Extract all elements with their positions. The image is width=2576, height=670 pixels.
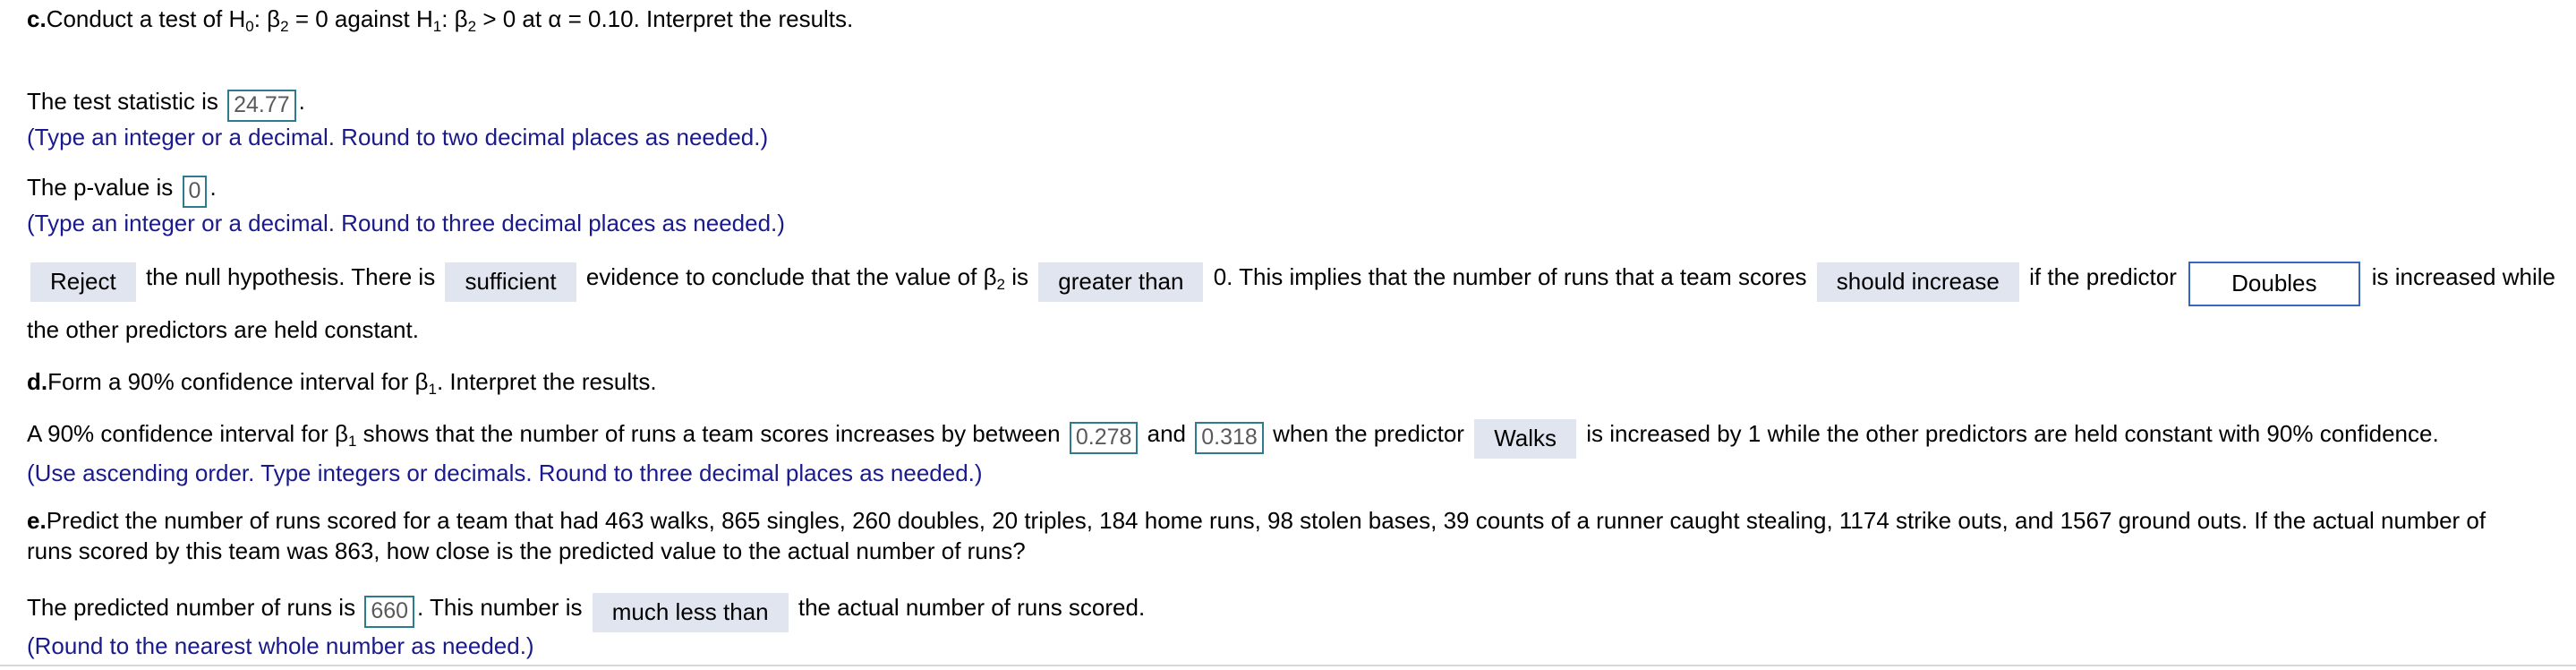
pvalue-label: The p-value is: [27, 174, 174, 201]
part-c-sub-beta2-a: 2: [280, 18, 289, 35]
predicted-runs-label: The predicted number of runs is: [27, 594, 356, 621]
conclusion-text-3: is: [1011, 263, 1029, 290]
conclusion-text-6: is increased while: [2371, 263, 2555, 290]
part-e-prompt-text-1: Predict the number of runs scored for a …: [46, 507, 2486, 534]
part-d-hint: (Use ascending order. Type integers or d…: [27, 460, 983, 486]
bottom-divider: [0, 665, 2576, 666]
predicted-runs-input[interactable]: 660: [364, 596, 415, 628]
test-statistic-line: The test statistic is 24.77.: [27, 90, 305, 122]
part-d-answer-line: A 90% confidence interval for β1 shows t…: [27, 419, 2439, 459]
exercise-page: c.Conduct a test of H0: β2 = 0 against H…: [0, 0, 2576, 670]
pvalue-hint: (Type an integer or a decimal. Round to …: [27, 210, 785, 236]
part-e-prompt-line-1: e.Predict the number of runs scored for …: [27, 509, 2486, 532]
part-e-prompt-line-2: runs scored by this team was 863, how cl…: [27, 537, 1026, 564]
ci-text-3: when the predictor: [1273, 420, 1464, 447]
test-statistic-hint: (Type an integer or a decimal. Round to …: [27, 124, 769, 150]
part-e-label: e.: [27, 507, 47, 534]
part-d-label: d.: [27, 368, 48, 395]
part-d-prompt-text-b: . Interpret the results.: [436, 368, 657, 395]
ci-upper-input[interactable]: 0.318: [1195, 422, 1264, 454]
conclusion-text-5: if the predictor: [2029, 263, 2177, 290]
pvalue-input[interactable]: 0: [182, 176, 208, 208]
conclusion-text-2: evidence to conclude that the value of β: [585, 263, 997, 290]
part-c-prompt-text-c: = 0 against H: [288, 5, 433, 32]
ci-lower-input[interactable]: 0.278: [1069, 422, 1139, 454]
ci-and-label: and: [1147, 420, 1187, 447]
part-d-sub-beta1: 1: [428, 381, 437, 398]
conclusion-beta2-subscript: 2: [996, 276, 1005, 293]
dropdown-reject-decision[interactable]: Reject: [30, 262, 136, 302]
ci-text-2: shows that the number of runs a team sco…: [363, 420, 1061, 447]
dropdown-predictor-doubles[interactable]: Doubles: [2188, 262, 2360, 306]
part-c-sub-alt: 1: [432, 18, 442, 35]
ci-text-4: is increased by 1 while the other predic…: [1586, 420, 2439, 447]
ci-beta1-subscript: 1: [347, 433, 357, 450]
dropdown-predictor-walks[interactable]: Walks: [1474, 419, 1577, 459]
part-c-prompt-text-b: : β: [253, 5, 281, 32]
part-d-prompt: d.Form a 90% confidence interval for β1.…: [27, 370, 657, 397]
part-e-answer-line: The predicted number of runs is 660. Thi…: [27, 593, 1145, 632]
part-e-hint: (Round to the nearest whole number as ne…: [27, 632, 534, 659]
part-c-prompt-text-d: : β: [441, 5, 468, 32]
predicted-runs-text-3: the actual number of runs scored.: [798, 594, 1146, 621]
ci-text-1: A 90% confidence interval for β: [27, 420, 348, 447]
test-statistic-period: .: [298, 88, 305, 115]
part-d-prompt-text-a: Form a 90% confidence interval for β: [47, 368, 429, 395]
dropdown-sufficiency[interactable]: sufficient: [445, 262, 576, 302]
dropdown-comparison[interactable]: much less than: [592, 593, 789, 632]
conclusion-text-4: 0. This implies that the number of runs …: [1213, 263, 1807, 290]
test-statistic-label: The test statistic is: [27, 88, 218, 115]
test-statistic-input[interactable]: 24.77: [227, 90, 296, 122]
dropdown-effect[interactable]: should increase: [1816, 262, 2019, 302]
part-c-sub-beta2-b: 2: [467, 18, 477, 35]
pvalue-period: .: [209, 174, 217, 201]
dropdown-direction[interactable]: greater than: [1038, 262, 1204, 302]
conclusion-text-1: the null hypothesis. There is: [145, 263, 436, 290]
part-c-sub-null: 0: [245, 18, 254, 35]
conclusion-line-2: the other predictors are held constant.: [27, 316, 419, 343]
part-c-label: c.: [27, 5, 47, 32]
part-c-prompt-text-e: > 0 at α = 0.10. Interpret the results.: [476, 5, 854, 32]
conclusion-line-1: Reject the null hypothesis. There is suf…: [27, 262, 2555, 306]
part-c-prompt-text-a: Conduct a test of H: [46, 5, 246, 32]
predicted-runs-text-2: . This number is: [417, 594, 583, 621]
pvalue-line: The p-value is 0.: [27, 176, 217, 208]
part-c-prompt: c.Conduct a test of H0: β2 = 0 against H…: [27, 7, 853, 34]
